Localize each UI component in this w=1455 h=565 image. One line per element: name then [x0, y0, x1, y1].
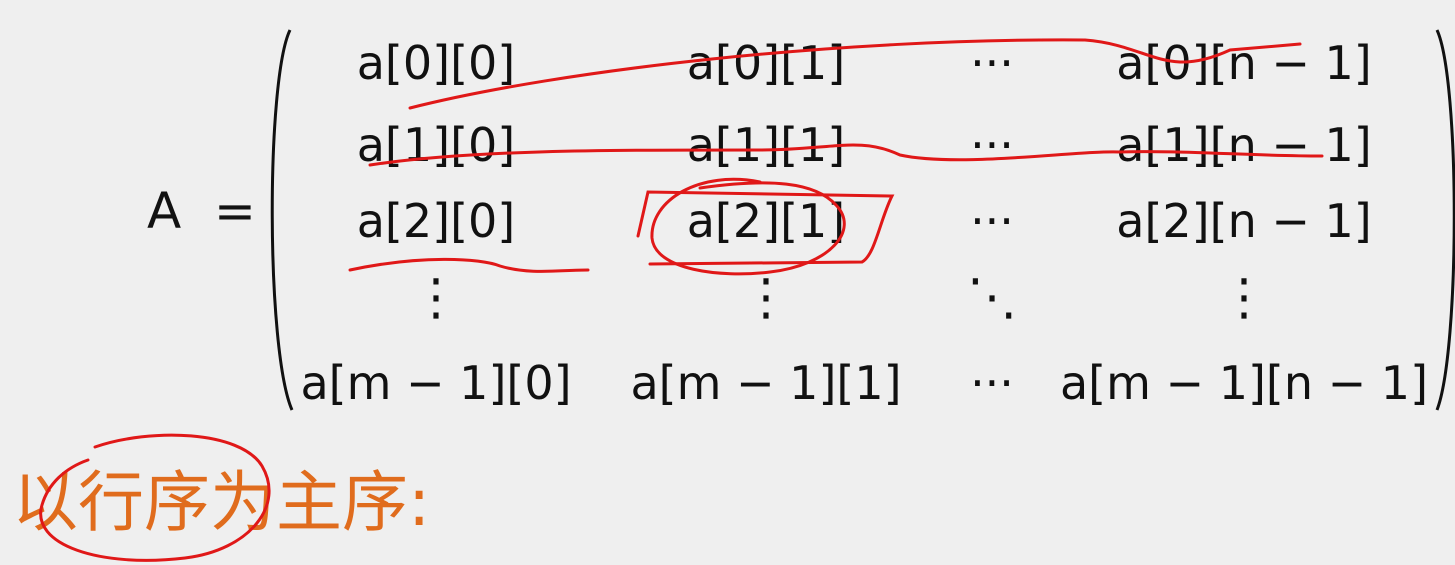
annotation-row-1 — [368, 143, 1324, 167]
annotation-box-row-2-col-1 — [636, 190, 895, 266]
annotation-circle-heading — [39, 433, 271, 562]
annotation-row-2-underline — [348, 257, 590, 273]
annotation-row-0 — [408, 38, 1302, 110]
slide: A = a[0][0] a[0][1] ··· a[0][n − 1] a[1][0] a… — [0, 0, 1455, 565]
red-annotations — [39, 38, 1324, 562]
